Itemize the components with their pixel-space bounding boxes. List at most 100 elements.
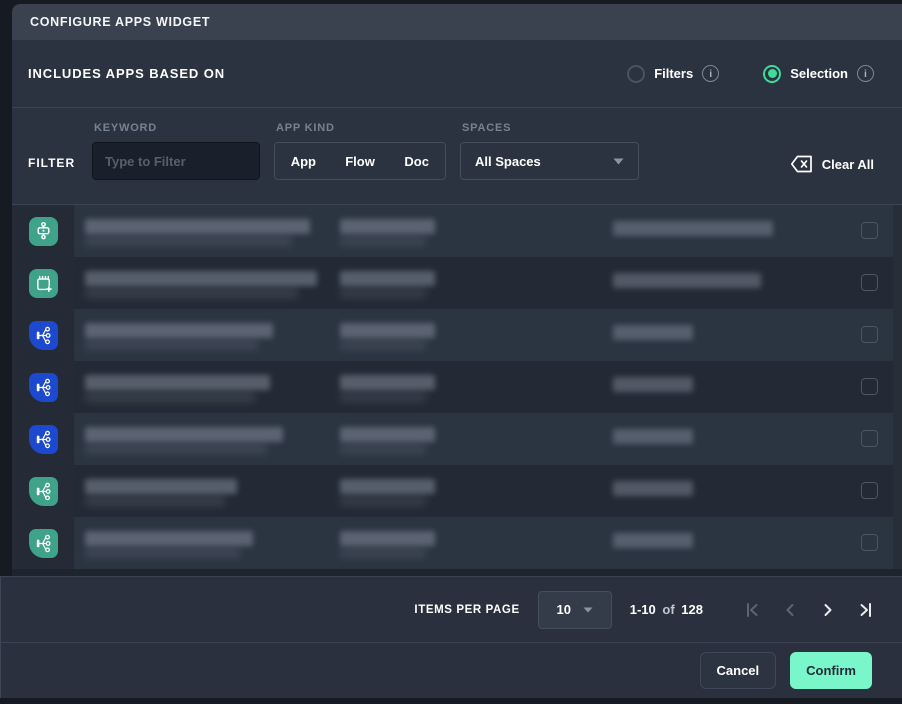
row-content xyxy=(74,361,893,413)
radio-selection-icon[interactable] xyxy=(763,65,781,83)
redacted-text xyxy=(85,236,292,246)
redacted-text xyxy=(85,340,258,350)
redacted-app-name xyxy=(85,323,273,338)
redacted-app-name xyxy=(85,219,310,234)
keyword-input[interactable] xyxy=(92,142,260,180)
page-range-text: 1-10 of 128 xyxy=(630,602,703,617)
row-gutter xyxy=(893,257,902,309)
row-content xyxy=(74,257,893,309)
row-select-checkbox[interactable] xyxy=(861,534,878,551)
row-select-checkbox[interactable] xyxy=(861,482,878,499)
app-icon-cell xyxy=(12,257,74,309)
app-icon-cell xyxy=(12,309,74,361)
row-gutter xyxy=(893,205,902,257)
redacted-text xyxy=(340,288,426,298)
redacted-app-name xyxy=(85,427,283,442)
redacted-app-name xyxy=(85,479,237,494)
app-icon-cell xyxy=(12,413,74,465)
calendar-add-app-icon xyxy=(29,269,58,298)
redacted-text xyxy=(340,548,426,558)
app-kind-option-doc[interactable]: Doc xyxy=(388,143,445,179)
table-row[interactable] xyxy=(12,205,902,257)
table-row[interactable] xyxy=(12,413,902,465)
filter-section: FILTER KEYWORD APP KIND App Flow Doc SPA… xyxy=(12,108,902,205)
flow-branch-app-icon xyxy=(29,477,58,506)
redacted-text xyxy=(340,340,426,350)
selection-info-icon[interactable] xyxy=(857,65,874,82)
row-select-checkbox[interactable] xyxy=(861,222,878,239)
row-gutter xyxy=(893,413,902,465)
redacted-text xyxy=(85,288,298,298)
page-size-dropdown[interactable]: 10 xyxy=(538,591,612,629)
redacted-text xyxy=(613,221,773,236)
redacted-text xyxy=(85,548,240,558)
backspace-clear-icon xyxy=(790,155,813,173)
modal-footer: Cancel Confirm xyxy=(0,642,902,698)
clear-all-button[interactable]: Clear All xyxy=(790,139,874,173)
redacted-text xyxy=(85,444,267,454)
filters-info-icon[interactable] xyxy=(702,65,719,82)
flow-branch-app-icon xyxy=(29,373,58,402)
app-kind-option-app[interactable]: App xyxy=(275,143,332,179)
redacted-app-name xyxy=(85,271,317,286)
redacted-text xyxy=(340,479,435,494)
row-gutter xyxy=(893,465,902,517)
row-select-checkbox[interactable] xyxy=(861,326,878,343)
redacted-text xyxy=(340,271,435,286)
radio-filters-icon[interactable] xyxy=(627,65,645,83)
radio-selection-label: Selection xyxy=(790,66,848,81)
redacted-text xyxy=(340,444,426,454)
row-select-checkbox[interactable] xyxy=(861,274,878,291)
spaces-label: SPACES xyxy=(462,122,639,134)
cancel-button[interactable]: Cancel xyxy=(700,652,777,689)
table-row[interactable] xyxy=(12,309,902,361)
modal-upper-area: CONFIGURE APPS WIDGET INCLUDES APPS BASE… xyxy=(12,4,902,576)
filter-section-label: FILTER xyxy=(28,142,92,170)
redacted-text xyxy=(340,375,435,390)
row-select-checkbox[interactable] xyxy=(861,430,878,447)
flow-branch-app-icon xyxy=(29,529,58,558)
radio-option-selection[interactable]: Selection xyxy=(763,65,874,83)
redacted-text xyxy=(340,219,435,234)
spaces-field: SPACES All Spaces xyxy=(460,108,639,180)
app-kind-field: APP KIND App Flow Doc xyxy=(274,108,446,180)
spaces-dropdown[interactable]: All Spaces xyxy=(460,142,639,180)
app-icon-cell xyxy=(12,465,74,517)
redacted-text xyxy=(340,427,435,442)
page-range-current: 1-10 xyxy=(630,602,656,617)
redacted-text xyxy=(340,323,435,338)
table-row[interactable] xyxy=(12,361,902,413)
row-gutter xyxy=(893,309,902,361)
bot-app-icon xyxy=(29,217,58,246)
first-page-icon[interactable] xyxy=(743,601,760,618)
confirm-button[interactable]: Confirm xyxy=(790,652,872,689)
chevron-down-icon xyxy=(583,607,593,613)
flow-branch-app-icon xyxy=(29,321,58,350)
table-row[interactable] xyxy=(12,465,902,517)
redacted-text xyxy=(85,392,255,402)
modal-title: CONFIGURE APPS WIDGET xyxy=(30,15,210,29)
redacted-text xyxy=(613,481,693,496)
radio-dot xyxy=(768,69,777,78)
apps-list xyxy=(12,205,902,569)
redacted-app-name xyxy=(85,531,253,546)
previous-page-icon[interactable] xyxy=(781,601,798,618)
table-row[interactable] xyxy=(12,517,902,569)
row-gutter xyxy=(893,361,902,413)
table-row[interactable] xyxy=(12,257,902,309)
row-select-checkbox[interactable] xyxy=(861,378,878,395)
app-kind-label: APP KIND xyxy=(276,122,446,134)
app-kind-option-flow[interactable]: Flow xyxy=(332,143,389,179)
redacted-text xyxy=(340,496,426,506)
next-page-icon[interactable] xyxy=(819,601,836,618)
radio-option-filters[interactable]: Filters xyxy=(627,65,719,83)
row-content xyxy=(74,517,893,569)
clear-all-label: Clear All xyxy=(822,157,874,172)
pagination-bar: ITEMS PER PAGE 10 1-10 of 128 xyxy=(0,576,902,642)
app-icon-cell xyxy=(12,205,74,257)
pager-controls xyxy=(743,601,874,618)
row-content xyxy=(74,205,893,257)
keyword-field: KEYWORD xyxy=(92,108,260,180)
last-page-icon[interactable] xyxy=(857,601,874,618)
items-per-page-label: ITEMS PER PAGE xyxy=(414,604,519,616)
